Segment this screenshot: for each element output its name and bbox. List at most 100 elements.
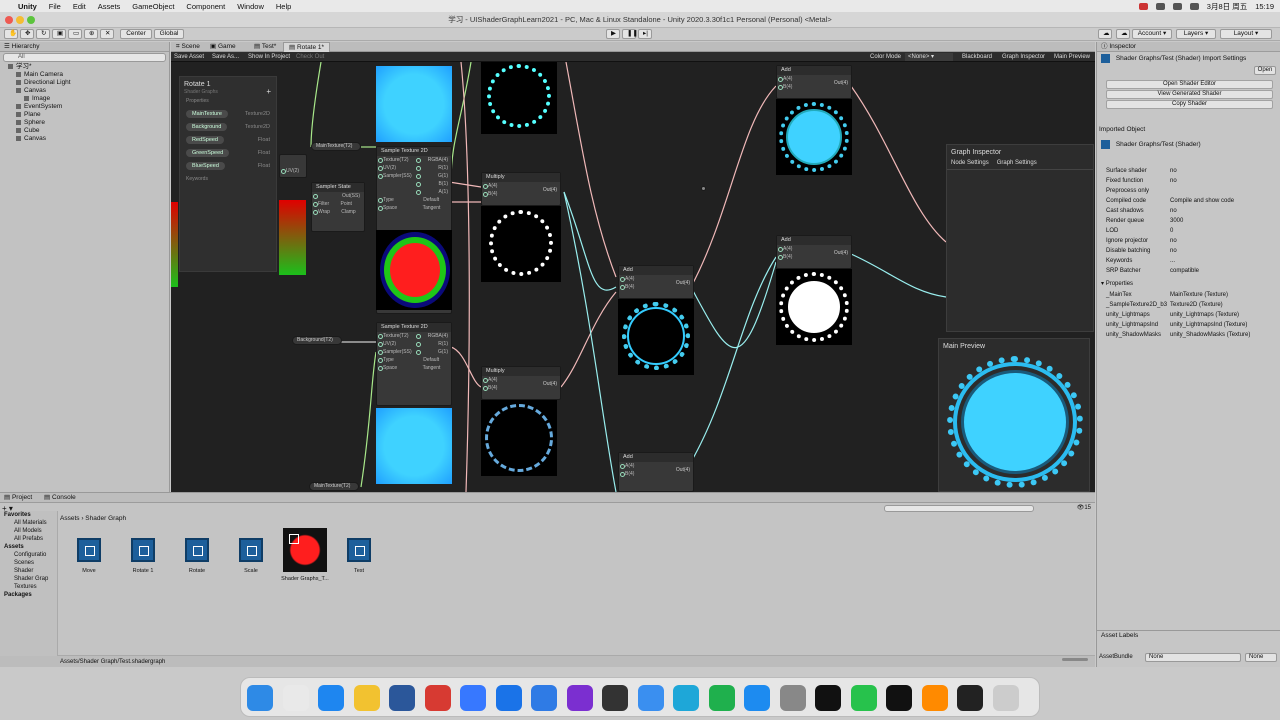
tab-project[interactable]: ▤ Project [4,494,32,501]
project-search-input[interactable] [884,505,1034,512]
tab-test[interactable]: ▤ Test* [249,42,281,52]
main-preview-render[interactable] [943,355,1087,489]
pivot-center-toggle[interactable]: Center [120,29,152,39]
minimize-window-icon[interactable] [16,16,24,24]
menu-window[interactable]: Window [237,2,264,11]
port-out[interactable]: Out(4) [834,250,848,256]
menu-assets[interactable]: Assets [98,2,121,11]
port-g[interactable]: G(1) [415,348,448,356]
asset-item[interactable]: Rotate [172,528,222,574]
node-multiply-1[interactable]: Multiply A(4) B(4) Out(4) [481,172,561,206]
space-field[interactable]: Space Tangent [377,204,451,212]
port-g[interactable]: G(1) [415,172,448,180]
pause-button[interactable]: ❚❚ [622,29,638,39]
open-shader-editor-button[interactable]: Open Shader Editor [1106,80,1273,89]
step-button[interactable]: ▸| [638,29,652,39]
hierarchy-item[interactable]: Main Camera [0,71,169,79]
node-add-4[interactable]: Add A(4) B(4) Out(4) [776,235,852,269]
tab-scene[interactable]: ⌗ Scene [171,42,205,52]
record-icon[interactable] [1138,2,1148,10]
launchpad-icon[interactable] [282,685,309,711]
icon-size-slider[interactable] [1062,658,1088,661]
hierarchy-item[interactable]: Sphere [0,119,169,127]
asset-variant-dropdown[interactable]: None [1245,653,1277,662]
breadcrumb-assets[interactable]: Assets [60,515,80,522]
layers-dropdown[interactable]: Layers ▾ [1176,29,1216,39]
packages-header[interactable]: Packages [0,591,57,599]
asset-folder[interactable]: Scenes [0,559,57,567]
asset-item[interactable]: Test [334,528,384,574]
close-window-icon[interactable] [5,16,13,24]
menu-component[interactable]: Component [186,2,225,11]
node-fragment[interactable]: UV(2) [279,154,307,178]
node-add-3[interactable]: Add A(4) B(4) Out(4) [776,65,852,99]
asset-folder[interactable]: Shader [0,567,57,575]
hierarchy-item[interactable]: Image [0,95,169,103]
move-tool-icon[interactable]: ✥ [20,29,34,39]
maps-icon[interactable] [495,685,522,711]
port-r[interactable]: R(1) [415,164,448,172]
tab-console[interactable]: ▤ Console [44,494,76,501]
hierarchy-item[interactable]: Canvas [0,135,169,143]
favorite-item[interactable]: All Models [0,527,57,535]
graph-inspector-toggle[interactable]: Graph Inspector [999,53,1048,61]
menu-gameobject[interactable]: GameObject [132,2,174,11]
trash-icon[interactable] [992,685,1019,711]
tab-rotate-1[interactable]: ▤ Rotate 1* [283,42,331,52]
save-as-button[interactable]: Save As... [209,53,242,61]
port-out[interactable]: Out(4) [676,280,690,286]
asset-folder[interactable]: Textures [0,583,57,591]
property-node-bg[interactable]: Background(T2) [292,336,342,345]
color-mode-dropdown[interactable]: <None> ▾ [905,53,953,61]
unity-icon[interactable] [886,685,912,711]
zoom-window-icon[interactable] [27,16,35,24]
port-texture[interactable]: Texture(T2) [377,156,415,164]
properties-foldout[interactable]: ▾ Properties [1101,280,1133,287]
port-uv[interactable]: UV(2) [280,167,306,175]
port-b[interactable]: B(1) [415,180,448,188]
copy-shader-button[interactable]: Copy Shader [1106,100,1273,109]
menu-edit[interactable]: Edit [73,2,86,11]
word-icon[interactable] [389,685,415,711]
layout-dropdown[interactable]: Layout ▾ [1220,29,1272,39]
blackboard-property[interactable]: GreenSpeed Float [186,148,270,158]
inspector-tab[interactable]: ⓘ Inspector [1097,42,1280,52]
port-r[interactable]: R(1) [415,340,448,348]
port-rgba[interactable]: RGBA(4) [415,332,448,340]
menu-file[interactable]: File [49,2,61,11]
check-out-button[interactable]: Check Out [293,53,327,61]
show-in-project-button[interactable]: Show In Project [245,53,293,61]
appstore-icon[interactable] [744,685,770,711]
add-property-button[interactable]: + [266,87,271,96]
asset-bundle-dropdown[interactable]: None [1145,653,1241,662]
port-uv[interactable]: UV(2) [377,164,415,172]
asset-folder[interactable]: Shader Grap [0,575,57,583]
rotate-tool-icon[interactable]: ↻ [36,29,50,39]
hierarchy-item[interactable]: Canvas [0,87,169,95]
port-out[interactable]: Out(4) [834,80,848,86]
blackboard-property[interactable]: BlueSpeed Float [186,161,270,171]
port-out[interactable]: Out(4) [543,381,557,387]
port-uv[interactable]: UV(2) [377,340,415,348]
node-add-1[interactable]: Add A(4) B(4) Out(4) [618,265,694,299]
tab-game[interactable]: ▣ Game [205,42,241,52]
skype-icon[interactable] [673,685,699,711]
port-out[interactable]: Out(4) [543,187,557,193]
port-out[interactable]: Out(SS) [312,192,364,200]
hierarchy-tab[interactable]: ☰ Hierarchy [0,42,169,52]
view-generated-shader-button[interactable]: View Generated Shader [1106,90,1273,99]
property-node-main[interactable]: MainTexture(T2) [311,142,361,151]
node-add-2[interactable]: Add A(4) B(4) Out(4) [618,452,694,492]
node-multiply-2[interactable]: Multiply A(4) B(4) Out(4) [481,366,561,400]
hierarchy-search-input[interactable]: All [3,53,166,62]
transform-tool-icon[interactable]: ⊕ [84,29,98,39]
xcode-icon[interactable] [531,685,557,711]
scale-tool-icon[interactable]: ▣ [52,29,66,39]
favorites-header[interactable]: Favorites [0,511,57,519]
search-icon[interactable] [1189,2,1199,10]
type-field[interactable]: Type Default [377,196,451,204]
battery-icon[interactable] [1155,2,1165,10]
hierarchy-item[interactable]: 学习* [0,63,169,71]
blackboard-property[interactable]: MainTexture Texture2D [186,109,270,119]
tab-graph-settings[interactable]: Graph Settings [997,160,1037,169]
